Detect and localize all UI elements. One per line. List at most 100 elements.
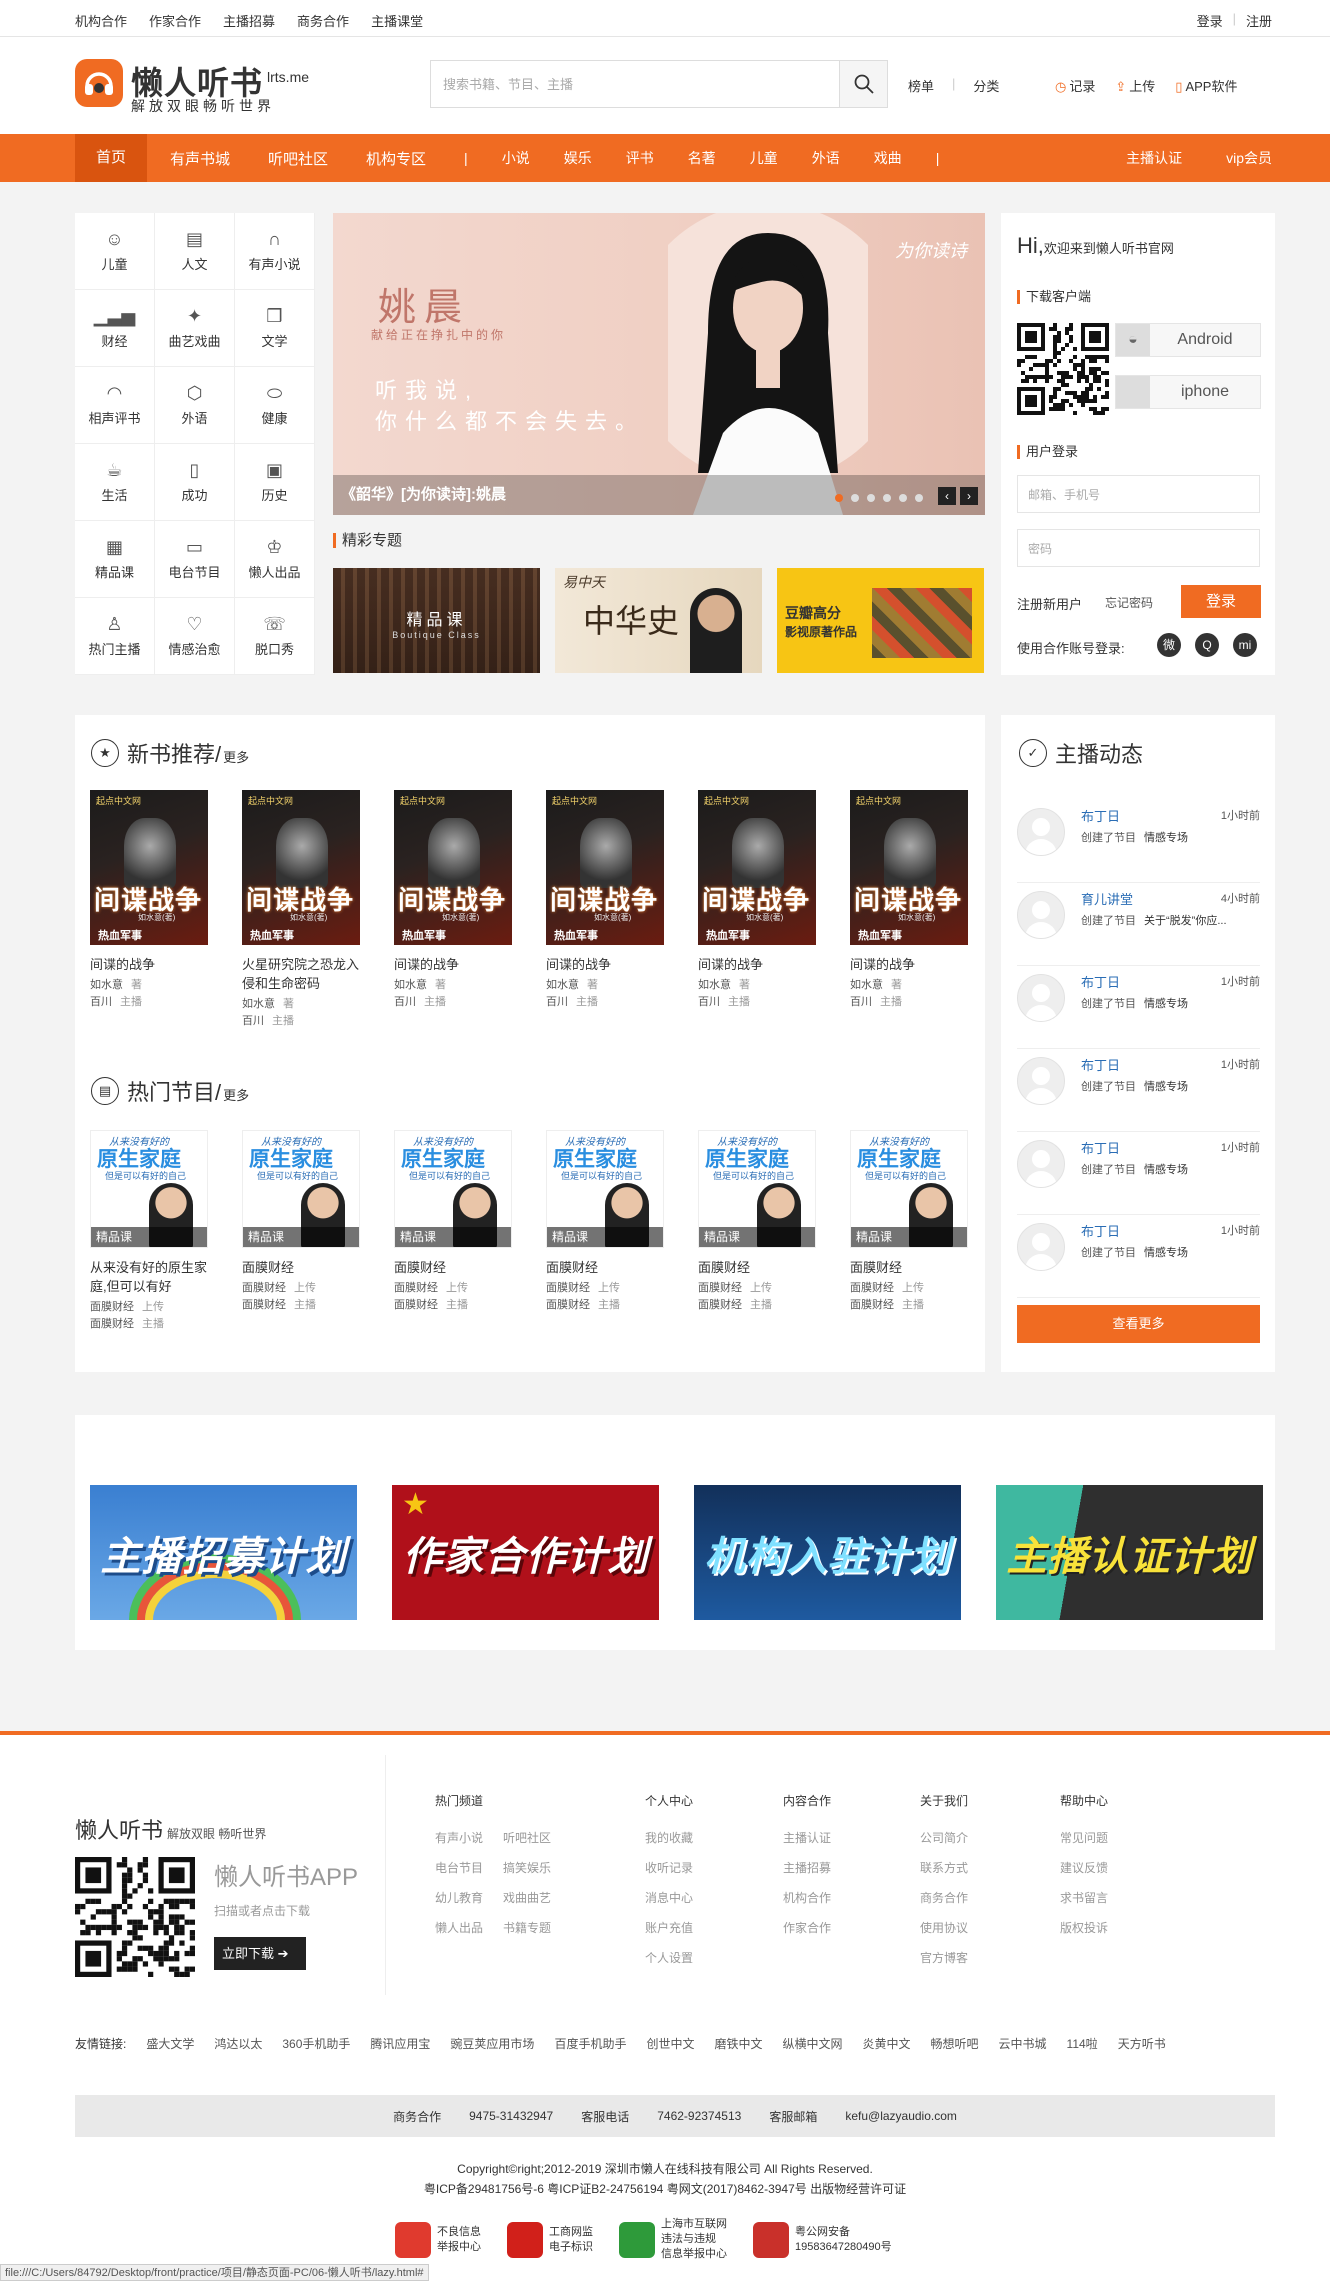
program-card[interactable]: 从来没有好的 原生家庭 但是可以有好的自己 精品课 面膜财经 面膜财经 上传 面膜财经 主播 (242, 1130, 372, 1314)
certification-badge[interactable]: 粤公网安备 19583647280490号 (753, 2217, 892, 2262)
category-radio[interactable]: ▭ 电台节目 (155, 521, 235, 598)
certification-badge[interactable]: 不良信息 举报中心 (395, 2217, 481, 2262)
book-card[interactable]: 起点中文网 间谍战争 如水意(著) 热血军事 间谍的战争 如水意著百川 主播 (90, 790, 220, 1011)
anchor-name[interactable]: 布丁日 (1081, 806, 1120, 825)
footer-link[interactable]: 商务合作 (920, 1883, 968, 1913)
friend-link[interactable]: 鸿达以太 (214, 2035, 262, 2052)
xiaomi-icon[interactable]: mi (1233, 633, 1257, 657)
footer-link[interactable]: 消息中心 (645, 1883, 693, 1913)
program-uploader[interactable]: 面膜财经 (546, 1282, 590, 1294)
program-host[interactable]: 面膜财经 (546, 1299, 590, 1311)
nav-storytelling[interactable]: 评书 (626, 148, 654, 168)
program-card[interactable]: 从来没有好的 原生家庭 但是可以有好的自己 精品课 面膜财经 面膜财经 上传 面膜财经 主播 (698, 1130, 828, 1314)
hot-programs-more-link[interactable]: 更多 (223, 1085, 249, 1104)
footer-link[interactable]: 联系方式 (920, 1853, 968, 1883)
program-title[interactable]: 面膜财经 (394, 1258, 512, 1277)
android-download-button[interactable]: ◒ Android (1115, 323, 1261, 357)
dynamic-target[interactable]: 情感专场 (1144, 1164, 1188, 1176)
footer-link[interactable]: 戏曲曲艺 (503, 1883, 551, 1913)
friend-link[interactable]: 114啦 (1067, 2035, 1098, 2052)
program-card[interactable]: 从来没有好的 原生家庭 但是可以有好的自己 精品课 面膜财经 面膜财经 上传 面膜财经 主播 (546, 1130, 676, 1314)
nav-audiobook-store[interactable]: 有声书城 (170, 148, 230, 169)
footer-link[interactable]: 我的收藏 (645, 1823, 693, 1853)
book-host[interactable]: 百川 (698, 996, 720, 1008)
dynamic-target[interactable]: 情感专场 (1144, 1247, 1188, 1259)
footer-link[interactable]: 账户充值 (645, 1913, 693, 1943)
program-card[interactable]: 从来没有好的 原生家庭 但是可以有好的自己 精品课 从来没有好的原生家庭,但可以有好 面膜… (90, 1130, 220, 1333)
friend-link[interactable]: 畅想听吧 (931, 2035, 979, 2052)
book-card[interactable]: 起点中文网 间谍战争 如水意(著) 热血军事 火星研究院之恐龙入侵和生命密码 如水意著百川… (242, 790, 372, 1030)
view-more-button[interactable]: 查看更多 (1017, 1305, 1260, 1343)
category-person[interactable]: ♙ 热门主播 (75, 598, 155, 675)
program-title[interactable]: 面膜财经 (242, 1258, 360, 1277)
anchor-name[interactable]: 布丁日 (1081, 1221, 1120, 1240)
category-link[interactable]: 分类 (973, 76, 999, 95)
top-link-institution[interactable]: 机构合作 (75, 11, 127, 30)
email-field[interactable]: 邮箱、手机号 (1017, 475, 1260, 513)
book-title[interactable]: 间谍的战争 (546, 955, 664, 974)
friend-link[interactable]: 百度手机助手 (554, 2035, 626, 2052)
friend-link[interactable]: 腾讯应用宝 (370, 2035, 430, 2052)
anchor-certification-plan-banner[interactable]: 主播认证计划 (996, 1485, 1263, 1620)
program-card[interactable]: 从来没有好的 原生家庭 但是可以有好的自己 精品课 面膜财经 面膜财经 上传 面膜财经 主播 (394, 1130, 524, 1314)
book-host[interactable]: 百川 (394, 996, 416, 1008)
program-uploader[interactable]: 面膜财经 (242, 1282, 286, 1294)
top-link-writer[interactable]: 作家合作 (149, 11, 201, 30)
footer-link[interactable]: 懒人出品 (435, 1913, 483, 1943)
banner-dot[interactable] (851, 494, 859, 502)
forgot-password-link[interactable]: 忘记密码 (1105, 594, 1153, 611)
dynamic-target[interactable]: 情感专场 (1144, 832, 1188, 844)
certification-badge[interactable]: 工商网监 电子标识 (507, 2217, 593, 2262)
footer-link[interactable]: 作家合作 (783, 1913, 831, 1943)
nav-entertainment[interactable]: 娱乐 (564, 148, 592, 168)
category-cube[interactable]: ⬡ 外语 (155, 367, 235, 444)
nav-vip[interactable]: vip会员 (1226, 148, 1272, 168)
top-link-business[interactable]: 商务合作 (297, 11, 349, 30)
friend-link[interactable]: 盛大文学 (146, 2035, 194, 2052)
footer-link[interactable]: 版权投诉 (1060, 1913, 1108, 1943)
book-host[interactable]: 百川 (90, 996, 112, 1008)
book-host[interactable]: 百川 (850, 996, 872, 1008)
book-author[interactable]: 如水意 (90, 979, 123, 991)
category-headphones[interactable]: ∩ 有声小说 (235, 213, 315, 290)
category-book[interactable]: ▤ 人文 (155, 213, 235, 290)
service-email[interactable]: kefu@lazyaudio.com (845, 2109, 957, 2123)
book-card[interactable]: 起点中文网 间谍战争 如水意(著) 热血军事 间谍的战争 如水意著百川 主播 (698, 790, 828, 1011)
friend-link[interactable]: 磨铁中文 (714, 2035, 762, 2052)
special-topic-boutique[interactable]: 精品课 Boutique Class (333, 568, 540, 673)
dynamic-target[interactable]: 情感专场 (1144, 998, 1188, 1010)
friend-link[interactable]: 云中书城 (999, 2035, 1047, 2052)
book-author[interactable]: 如水意 (850, 979, 883, 991)
friend-link[interactable]: 豌豆荚应用市场 (450, 2035, 534, 2052)
footer-link[interactable]: 收听记录 (645, 1853, 693, 1883)
friend-link[interactable]: 360手机助手 (282, 2035, 350, 2052)
footer-link[interactable]: 有声小说 (435, 1823, 483, 1853)
login-link[interactable]: 登录 (1197, 11, 1223, 30)
footer-link[interactable]: 电台节目 (435, 1853, 483, 1883)
new-books-more-link[interactable]: 更多 (223, 747, 249, 766)
banner-dot[interactable] (899, 494, 907, 502)
site-logo[interactable]: 懒人听书 lrts.me 解放双眼畅听世界 (75, 59, 309, 114)
qq-icon[interactable]: Q (1195, 633, 1219, 657)
special-topic-history[interactable]: 易中天 中华史 (555, 568, 762, 673)
category-course[interactable]: ▦ 精品课 (75, 521, 155, 598)
anchor-name[interactable]: 育儿讲堂 (1081, 889, 1133, 908)
program-host[interactable]: 面膜财经 (242, 1299, 286, 1311)
footer-link[interactable]: 机构合作 (783, 1883, 831, 1913)
footer-link[interactable]: 求书留言 (1060, 1883, 1108, 1913)
program-host[interactable]: 面膜财经 (850, 1299, 894, 1311)
password-field[interactable]: 密码 (1017, 529, 1260, 567)
weibo-icon[interactable]: 微 (1157, 633, 1181, 657)
category-fan[interactable]: ✦ 曲艺戏曲 (155, 290, 235, 367)
program-title[interactable]: 从来没有好的原生家庭,但可以有好 (90, 1258, 208, 1296)
book-host[interactable]: 百川 (546, 996, 568, 1008)
upload-link[interactable]: ⇪ 上传 (1115, 76, 1155, 95)
category-trophy[interactable]: ▯ 成功 (155, 444, 235, 521)
avatar[interactable] (1017, 808, 1065, 856)
dynamic-target[interactable]: 情感专场 (1144, 1081, 1188, 1093)
footer-link[interactable]: 官方博客 (920, 1943, 968, 1973)
nav-community[interactable]: 听吧社区 (268, 148, 328, 169)
search-button[interactable] (839, 61, 887, 107)
banner-dot[interactable] (867, 494, 875, 502)
friend-link[interactable]: 创世中文 (646, 2035, 694, 2052)
